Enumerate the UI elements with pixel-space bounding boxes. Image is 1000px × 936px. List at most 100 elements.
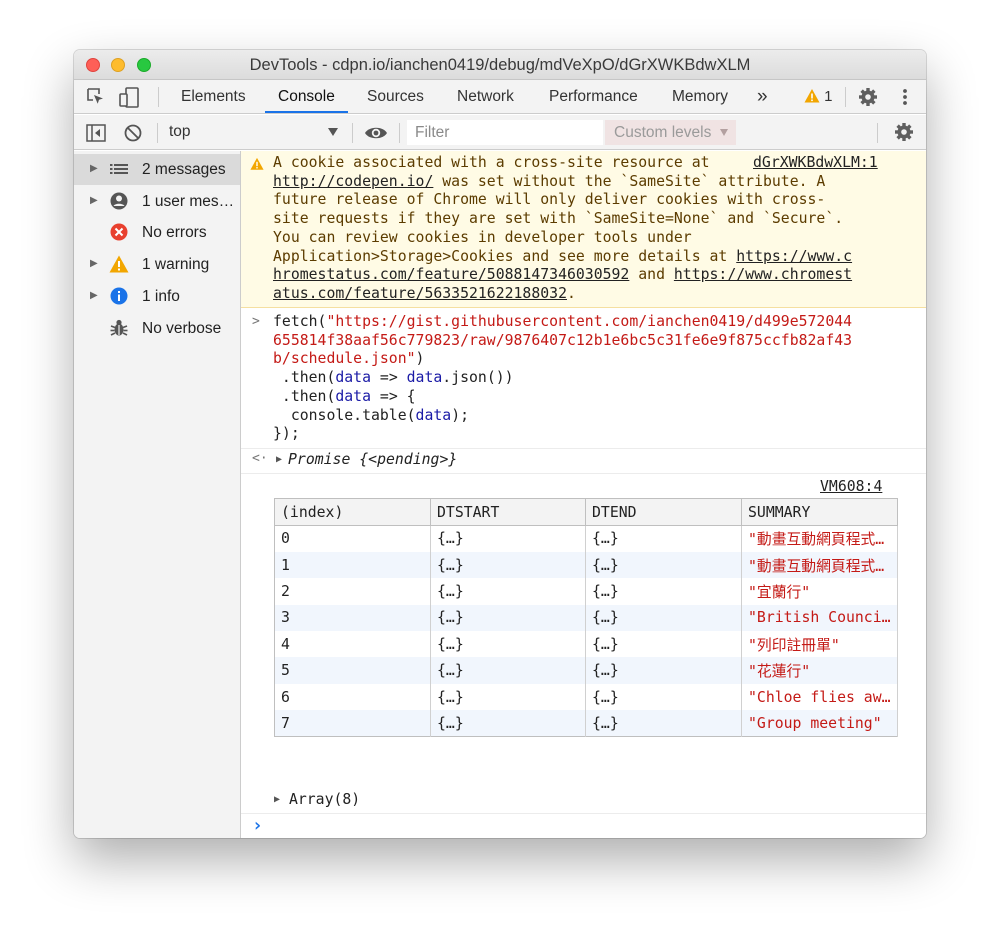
- table-cell: {…}: [585, 710, 742, 737]
- table-cell: 4: [274, 631, 431, 658]
- array-label: Array(8): [288, 791, 361, 808]
- tab-separator: [158, 87, 159, 107]
- code-token: console.table(: [273, 406, 416, 424]
- expand-arrow-icon[interactable]: ▶: [90, 163, 98, 174]
- table-cell: {…}: [585, 551, 742, 579]
- close-window-button[interactable]: [86, 58, 100, 72]
- tab-memory[interactable]: Memory: [672, 80, 728, 113]
- table-cell: {…}: [585, 631, 742, 658]
- device-toolbar-icon[interactable]: [119, 87, 141, 109]
- table-cell: "動畫互動網頁程式入門（HTML/CSS/JS）": [741, 551, 898, 579]
- chromestatus-link-2[interactable]: https://www.chromest: [674, 266, 852, 283]
- expand-arrow-icon[interactable]: ▶: [276, 454, 282, 465]
- devtools-window: DevTools - cdpn.io/ianchen0419/debug/mdV…: [74, 50, 926, 838]
- code-string: "https://gist.githubusercontent.com/ianc…: [326, 313, 853, 330]
- toolbar-separator: [877, 123, 878, 143]
- zoom-window-button[interactable]: [137, 58, 151, 72]
- column-header[interactable]: DTSTART: [430, 498, 586, 526]
- filter-input[interactable]: [407, 120, 603, 145]
- code-token: ): [415, 350, 425, 368]
- warning-text-segment: and: [629, 266, 674, 284]
- context-selector[interactable]: top: [169, 123, 341, 143]
- warning-text-segment: site requests if they are set with `Same…: [273, 210, 844, 228]
- settings-gear-icon[interactable]: [858, 87, 878, 107]
- window-title: DevTools - cdpn.io/ianchen0419/debug/mdV…: [249, 56, 751, 74]
- expand-arrow-icon[interactable]: ▶: [90, 195, 98, 206]
- table-row: 0 {…} {…} "動畫互動網頁程式入門（HTML/CSS/JS）": [274, 525, 898, 552]
- warning-source-link[interactable]: dGrXWKBdwXLM:1: [753, 154, 878, 173]
- tab-elements[interactable]: Elements: [181, 80, 246, 113]
- tab-separator: [845, 87, 846, 107]
- clear-console-icon[interactable]: [123, 123, 143, 143]
- warning-text-segment: was set without the `SameSite` attribute…: [433, 172, 826, 190]
- log-levels-label: Custom levels: [614, 124, 712, 141]
- warning-counter[interactable]: 1: [804, 88, 833, 106]
- minimize-window-button[interactable]: [111, 58, 125, 72]
- codepen-link[interactable]: http://codepen.io/: [273, 173, 433, 190]
- list-icon: [109, 159, 129, 179]
- sidebar-toggle-icon[interactable]: [86, 124, 106, 142]
- table-row: 1 {…} {…} "動畫互動網頁程式入門（HTML/CSS/JS）": [274, 551, 898, 579]
- table-cell: "花蓮行": [741, 657, 898, 684]
- chromestatus-link-1[interactable]: https://www.c: [736, 248, 852, 265]
- sidebar-item-user-messages[interactable]: ▶ 1 user mes…: [74, 186, 240, 217]
- tab-performance[interactable]: Performance: [549, 80, 638, 113]
- sidebar-item-info[interactable]: ▶ 1 info: [74, 281, 240, 312]
- sidebar-item-messages[interactable]: ▶ 2 messages: [74, 154, 240, 185]
- sidebar-item-warnings[interactable]: ▶ 1 warning: [74, 249, 240, 280]
- table-cell: 2: [274, 578, 431, 605]
- table-cell: "British Council": [741, 604, 898, 632]
- column-header[interactable]: (index): [274, 498, 431, 526]
- table-cell: {…}: [430, 551, 586, 579]
- warning-count: 1: [824, 88, 833, 105]
- console-toolbar: top Custom levels: [74, 115, 926, 150]
- console-prompt[interactable]: ›: [241, 815, 926, 838]
- code-token: );: [451, 406, 470, 424]
- code-line: fetch("https://gist.githubusercontent.co…: [273, 313, 852, 332]
- warning-text-segment: You can review cookies in developer tool…: [273, 228, 692, 246]
- title-bar: DevTools - cdpn.io/ianchen0419/debug/mdV…: [74, 50, 926, 80]
- live-expression-eye-icon[interactable]: [364, 124, 388, 142]
- more-options-icon[interactable]: [900, 87, 910, 107]
- code-token: });: [273, 425, 300, 443]
- expand-arrow-icon[interactable]: ▶: [274, 794, 280, 805]
- sidebar-item-verbose[interactable]: No verbose: [74, 313, 240, 344]
- sidebar-item-label: 1 user mes…: [142, 193, 235, 210]
- warning-message-text: A cookie associated with a cross-site re…: [273, 154, 903, 304]
- expand-arrow-icon[interactable]: ▶: [90, 290, 98, 301]
- user-icon: [109, 191, 129, 211]
- table-cell: 7: [274, 710, 431, 737]
- column-header[interactable]: SUMMARY: [741, 498, 898, 526]
- table-cell: "Group meeting": [741, 710, 898, 737]
- tab-network[interactable]: Network: [457, 80, 514, 113]
- warning-text-segment: A cookie associated with a cross-site re…: [273, 154, 719, 171]
- code-string: b/schedule.json": [273, 350, 416, 368]
- input-prompt-icon: >: [252, 314, 260, 329]
- context-label: top: [169, 123, 191, 140]
- more-tabs-button[interactable]: »: [757, 80, 768, 113]
- table-cell: 0: [274, 525, 431, 552]
- warning-text-segment: .: [566, 284, 576, 302]
- table-cell: "動畫互動網頁程式入門（HTML/CSS/JS）": [741, 525, 898, 552]
- table-source-link[interactable]: VM608:4: [820, 478, 882, 495]
- tab-console[interactable]: Console: [265, 80, 348, 113]
- table-cell: {…}: [430, 657, 586, 684]
- inspect-element-icon[interactable]: [86, 87, 106, 107]
- table-row: 3 {…} {…} "British Council": [274, 604, 898, 632]
- tab-sources[interactable]: Sources: [367, 80, 424, 113]
- dropdown-arrow-icon: [328, 128, 338, 136]
- prompt-chevron-icon: ›: [252, 815, 263, 836]
- expand-arrow-icon[interactable]: ▶: [90, 258, 98, 269]
- chromestatus-link-1[interactable]: hromestatus.com/feature/5088147346030592: [273, 266, 629, 283]
- sidebar-item-errors[interactable]: No errors: [74, 217, 240, 248]
- sidebar-item-label: 1 warning: [142, 256, 210, 273]
- console-settings-gear-icon[interactable]: [894, 122, 914, 142]
- entry-divider: [241, 473, 926, 474]
- chromestatus-link-2[interactable]: atus.com/feature/5633521622188032: [273, 285, 567, 302]
- code-line: 655814f38aaf56c779823/raw/9876407c12b1e6…: [273, 332, 852, 351]
- code-token: .then(: [273, 369, 336, 387]
- log-levels-dropdown[interactable]: Custom levels: [605, 120, 736, 145]
- array-expander[interactable]: ▶ Array(8): [274, 791, 360, 808]
- column-header[interactable]: DTEND: [585, 498, 742, 526]
- table-cell: {…}: [585, 578, 742, 605]
